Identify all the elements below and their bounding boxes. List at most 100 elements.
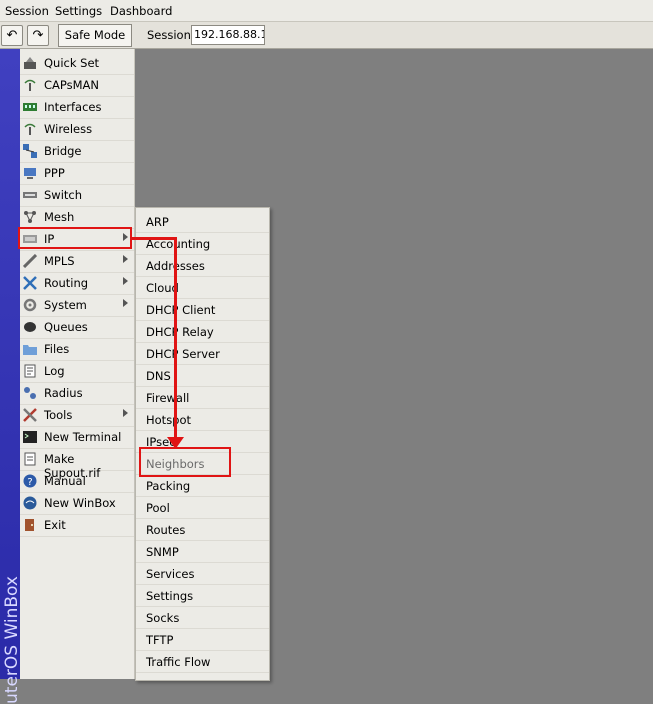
mesh-icon [24,211,36,223]
sidebar-item-make-supout[interactable]: Make Supout.rif [20,448,134,480]
sidebar-item-label: Mesh [44,210,75,224]
menu-item-routes[interactable]: Routes [136,518,269,541]
session-field[interactable]: 192.168.88.1 [191,25,265,45]
sidebar-item-new-terminal[interactable]: New Terminal [20,426,134,449]
sidebar-item-system[interactable]: System [20,294,134,317]
sidebar-item-label: Radius [44,386,83,400]
mpls-icon [23,254,37,268]
sidebar-item-mpls[interactable]: MPLS [20,250,134,273]
menu-item-pool[interactable]: Pool [136,496,269,519]
menu-item-snmp[interactable]: SNMP [136,540,269,563]
sidebar-item-capsman[interactable]: CAPsMAN [20,74,134,97]
menu-item-label: Socks [146,611,180,625]
menu-item-label: Settings [146,589,194,603]
capsman-icon [24,79,36,91]
sidebar-item-label: MPLS [44,254,75,268]
sidebar-item-files[interactable]: Files [20,338,134,361]
menu-item-label: Traffic Flow [146,655,211,669]
exit-icon [25,519,34,531]
menu-item-accounting[interactable]: Accounting [136,232,269,255]
undo-icon[interactable]: ↶ [1,25,23,46]
interfaces-icon [23,103,37,111]
terminal-icon [23,431,37,443]
safe-mode-button[interactable]: Safe Mode [58,24,132,47]
menu-item-label: Pool [146,501,170,515]
ip-highlight-box [18,227,132,249]
queues-icon [24,322,36,332]
menu-item-packing[interactable]: Packing [136,474,269,497]
menu-dashboard[interactable]: Dashboard [110,4,172,18]
arrow-line-horizontal [130,237,176,240]
sidebar-item-wireless[interactable]: Wireless [20,118,134,141]
menu-item-label: Packing [146,479,191,493]
redo-icon[interactable]: ↷ [27,25,49,46]
menu-item-socks[interactable]: Socks [136,606,269,629]
sidebar-item-label: Wireless [44,122,93,136]
menu-item-dhcp-server[interactable]: DHCP Server [136,342,269,365]
sidebar-item-bridge[interactable]: Bridge [20,140,134,163]
sidebar-item-exit[interactable]: Exit [20,514,134,537]
menu-item-dns[interactable]: DNS [136,364,269,387]
quick-set-icon [24,57,36,69]
menu-item-dhcp-relay[interactable]: DHCP Relay [136,320,269,343]
menu-item-traffic-flow[interactable]: Traffic Flow [136,650,269,673]
sidebar-item-label: Switch [44,188,83,202]
sidebar-item-quick-set[interactable]: Quick Set [20,52,134,75]
switch-icon [23,192,37,198]
menu-item-settings[interactable]: Settings [136,584,269,607]
menu-item-label: DHCP Relay [146,325,214,339]
bridge-icon [23,144,37,158]
sidebar-item-label: Manual [44,474,86,488]
sidebar-item-label: New WinBox [44,496,116,510]
sidebar-item-label: Exit [44,518,66,532]
menu-item-label: Services [146,567,195,581]
menu-settings[interactable]: Settings [55,4,102,18]
sidebar-item-queues[interactable]: Queues [20,316,134,339]
menu-item-services[interactable]: Services [136,562,269,585]
help-icon: ? [23,474,37,488]
menu-item-label: SNMP [146,545,179,559]
sidebar-item-ppp[interactable]: PPP [20,162,134,185]
sidebar-item-label: Queues [44,320,88,334]
menu-item-label: DNS [146,369,171,383]
sidebar-item-label: Files [44,342,70,356]
menu-item-label: Routes [146,523,186,537]
sidebar-item-label: PPP [44,166,65,180]
sidebar-item-log[interactable]: Log [20,360,134,383]
menu-item-label: DHCP Server [146,347,220,361]
brand-vertical-text: uterOS WinBox [2,576,22,704]
sidebar-item-label: Quick Set [44,56,100,70]
log-icon [24,364,36,378]
menu-item-addresses[interactable]: Addresses [136,254,269,277]
sidebar-item-label: Interfaces [44,100,102,114]
session-label: Session: [147,28,195,42]
sidebar-item-label: New Terminal [44,430,122,444]
sidebar-item-routing[interactable]: Routing [20,272,134,295]
ip-submenu: ARP Accounting Addresses Cloud DHCP Clie… [135,207,270,681]
sidebar-item-switch[interactable]: Switch [20,184,134,207]
menu-item-label: Hotspot [146,413,192,427]
supout-icon [24,452,36,466]
sidebar-item-tools[interactable]: Tools [20,404,134,427]
menu-item-dhcp-client[interactable]: DHCP Client [136,298,269,321]
sidebar-item-new-winbox[interactable]: New WinBox [20,492,134,515]
tools-icon [23,408,37,422]
sidebar-item-radius[interactable]: Radius [20,382,134,405]
menu-item-tftp[interactable]: TFTP [136,628,269,651]
chevron-right-icon [123,255,128,263]
menu-item-label: DHCP Client [146,303,216,317]
sidebar-item-manual[interactable]: ? Manual [20,470,134,493]
menu-session[interactable]: Session [5,4,49,18]
menu-item-firewall[interactable]: Firewall [136,386,269,409]
menu-item-label: ARP [146,215,169,229]
toolbar: ↶ ↷ Safe Mode Session: 192.168.88.1 [0,22,653,49]
menu-item-hotspot[interactable]: Hotspot [136,408,269,431]
sidebar-item-label: System [44,298,87,312]
system-icon [23,298,37,312]
menu-item-label: Firewall [146,391,190,405]
menu-item-cloud[interactable]: Cloud [136,276,269,299]
sidebar-item-interfaces[interactable]: Interfaces [20,96,134,119]
menu-item-arp[interactable]: ARP [136,210,269,233]
brand-strip: uterOS WinBox [0,49,22,704]
sidebar-item-mesh[interactable]: Mesh [20,206,134,229]
